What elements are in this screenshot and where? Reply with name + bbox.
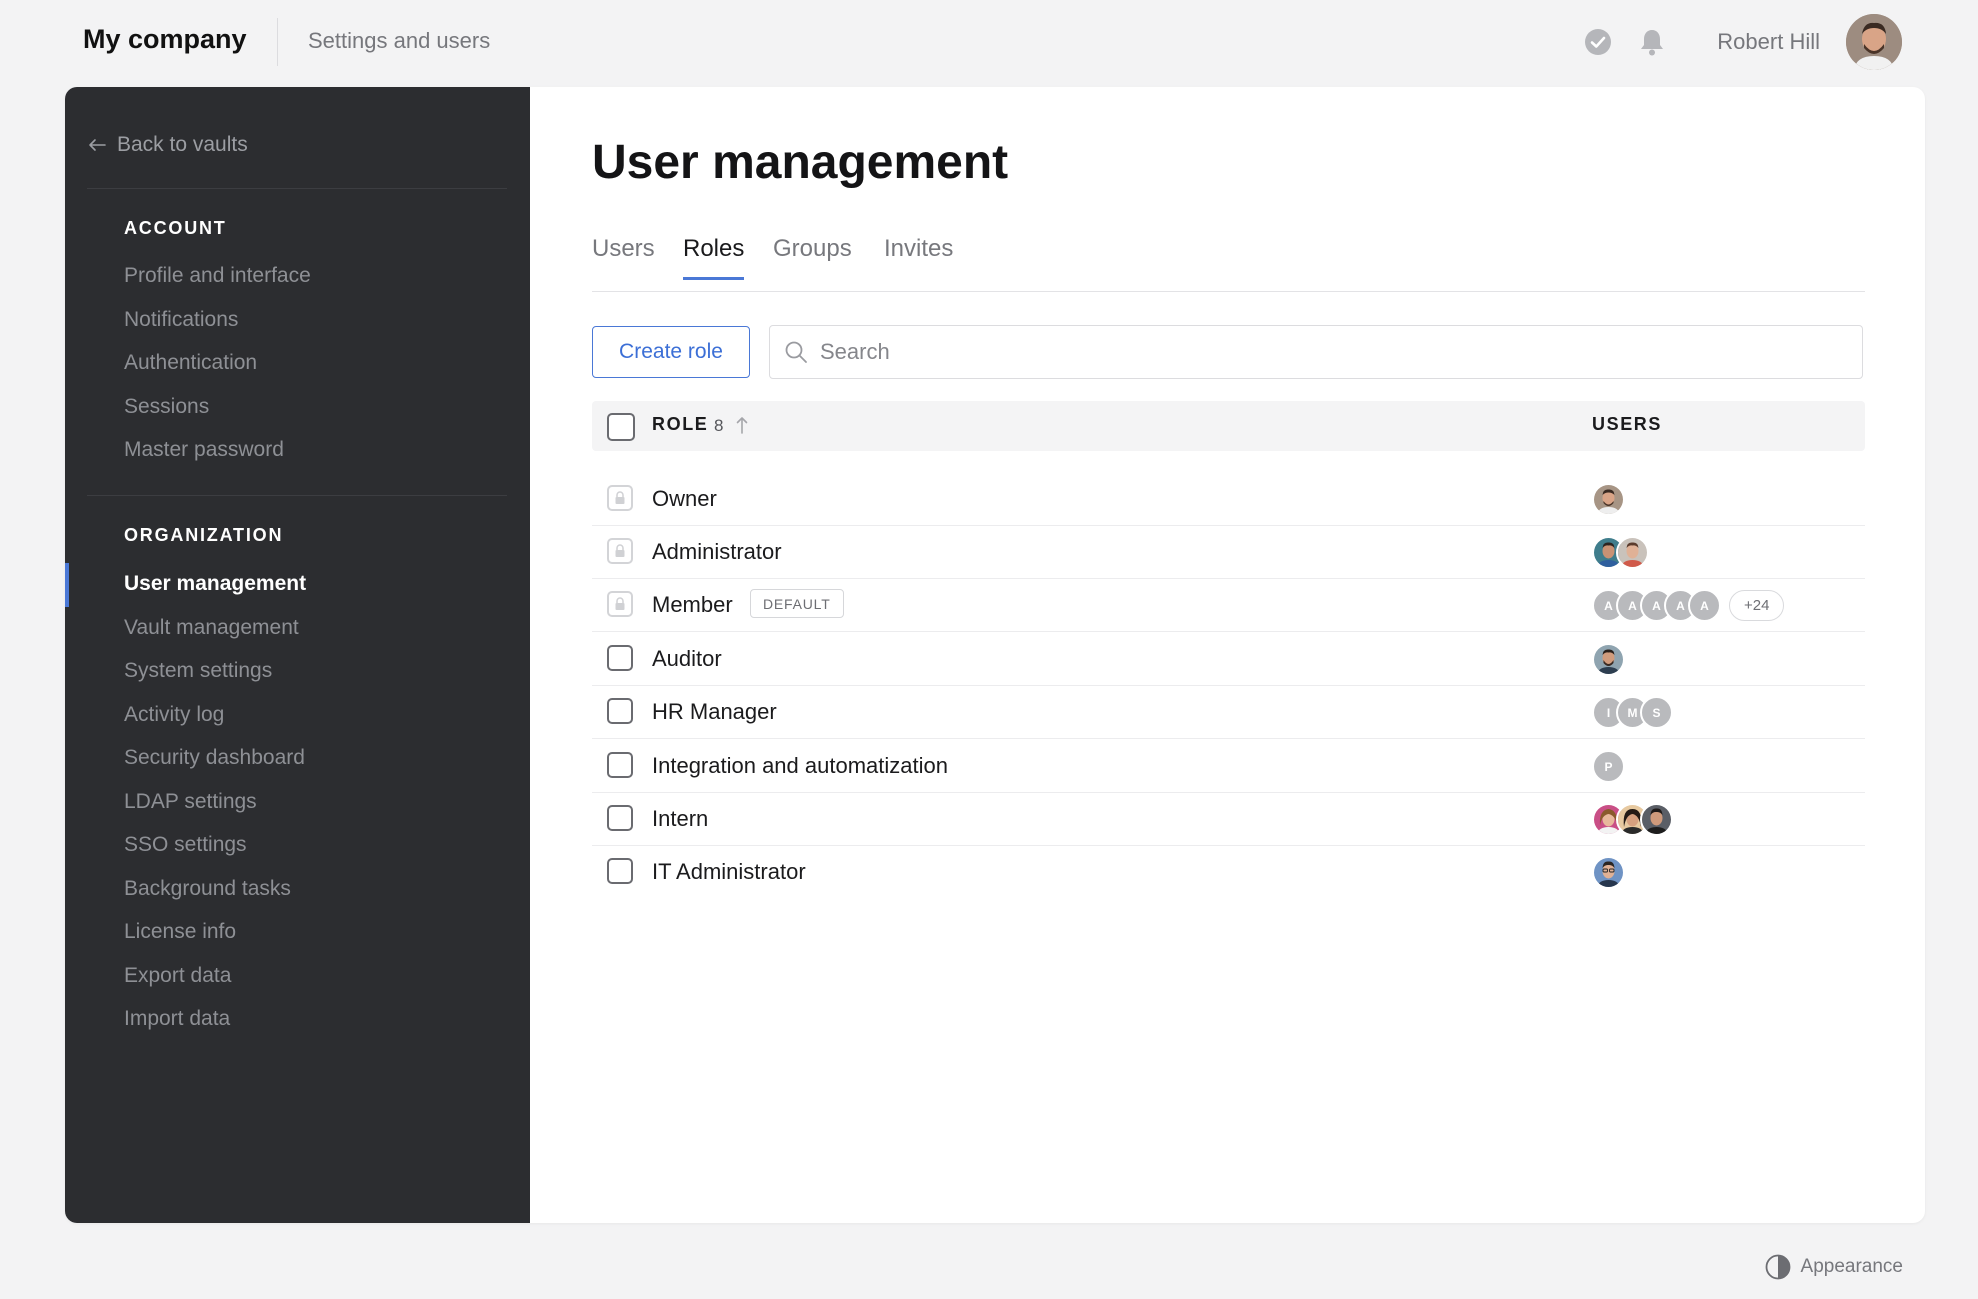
check-circle-icon[interactable] <box>1581 25 1615 59</box>
more-users-count[interactable]: +24 <box>1729 590 1785 621</box>
settings-panel: Back to vaults ACCOUNT Profile and inter… <box>65 87 1925 1223</box>
back-link-label: Back to vaults <box>117 133 248 156</box>
table-row[interactable]: Auditor <box>592 632 1865 686</box>
user-avatars[interactable] <box>1592 536 1649 569</box>
user-avatars[interactable]: A A A A A +24 <box>1592 589 1785 622</box>
sidebar-item-security-dashboard[interactable]: Security dashboard <box>124 746 305 770</box>
lock-icon <box>607 538 633 564</box>
table-row[interactable]: HR Manager I M S <box>592 685 1865 739</box>
sidebar: Back to vaults ACCOUNT Profile and inter… <box>65 87 530 1223</box>
company-name[interactable]: My company <box>83 24 247 55</box>
search-icon <box>784 340 808 364</box>
back-to-vaults-link[interactable]: Back to vaults <box>87 133 248 157</box>
sidebar-item-sso-settings[interactable]: SSO settings <box>124 833 247 857</box>
tab-invites[interactable]: Invites <box>884 235 953 277</box>
sidebar-item-master-password[interactable]: Master password <box>124 438 284 462</box>
role-name[interactable]: Administrator <box>652 539 782 565</box>
column-header-role[interactable]: ROLE <box>652 414 708 435</box>
appearance-label: Appearance <box>1800 1256 1903 1277</box>
contrast-icon <box>1765 1254 1790 1280</box>
sidebar-item-activity-log[interactable]: Activity log <box>124 703 224 727</box>
tab-roles[interactable]: Roles <box>683 235 745 280</box>
sidebar-item-system-settings[interactable]: System settings <box>124 659 272 683</box>
avatar[interactable] <box>1592 483 1625 516</box>
user-avatars[interactable] <box>1592 483 1625 516</box>
role-count: 8 <box>714 416 724 435</box>
role-name[interactable]: IT Administrator <box>652 859 806 885</box>
user-avatars[interactable]: I M S <box>1592 696 1673 729</box>
avatar[interactable] <box>1846 14 1902 70</box>
tab-groups[interactable]: Groups <box>773 235 852 277</box>
table-row[interactable]: Integration and automatization P <box>592 739 1865 793</box>
active-indicator <box>65 563 69 607</box>
create-role-button[interactable]: Create role <box>592 326 750 378</box>
tab-users[interactable]: Users <box>592 235 655 277</box>
table-row[interactable]: Intern <box>592 792 1865 846</box>
sidebar-item-import-data[interactable]: Import data <box>124 1007 230 1031</box>
avatar[interactable]: P <box>1592 750 1625 783</box>
column-header-users: USERS <box>1592 414 1663 434</box>
row-checkbox[interactable] <box>607 698 633 724</box>
breadcrumb: Settings and users <box>308 28 491 53</box>
header-divider <box>277 18 278 66</box>
sidebar-item-notifications[interactable]: Notifications <box>124 308 238 332</box>
page-title: User management <box>592 136 1009 189</box>
avatar[interactable] <box>1592 643 1625 676</box>
table-header: ROLE 8 USERS <box>592 401 1865 451</box>
row-checkbox[interactable] <box>607 805 633 831</box>
sidebar-item-authentication[interactable]: Authentication <box>124 351 257 375</box>
avatar[interactable] <box>1592 856 1625 889</box>
sidebar-item-sessions[interactable]: Sessions <box>124 395 209 419</box>
sidebar-item-user-management[interactable]: User management <box>124 572 306 596</box>
appearance-toggle[interactable]: Appearance <box>1765 1254 1903 1280</box>
role-name[interactable]: Intern <box>652 806 708 832</box>
role-name[interactable]: Owner <box>652 486 717 512</box>
row-checkbox[interactable] <box>607 858 633 884</box>
avatar[interactable] <box>1640 803 1673 836</box>
avatar[interactable]: A <box>1688 589 1721 622</box>
bell-icon[interactable] <box>1635 25 1669 59</box>
user-avatars[interactable] <box>1592 643 1625 676</box>
table-row[interactable]: Administrator <box>592 525 1865 579</box>
lock-icon <box>607 591 633 617</box>
user-name[interactable]: Robert Hill <box>1717 29 1820 55</box>
sidebar-item-license-info[interactable]: License info <box>124 920 236 944</box>
sidebar-divider <box>87 188 507 189</box>
table-row[interactable]: Member DEFAULT A A A A A +24 <box>592 578 1865 632</box>
sidebar-item-vault-management[interactable]: Vault management <box>124 616 299 640</box>
lock-icon <box>607 485 633 511</box>
select-all-checkbox[interactable] <box>607 413 635 441</box>
organization-section-title: ORGANIZATION <box>124 525 284 545</box>
sidebar-divider <box>87 495 507 496</box>
sidebar-item-export-data[interactable]: Export data <box>124 964 231 988</box>
search-box[interactable] <box>769 325 1863 379</box>
row-checkbox[interactable] <box>607 752 633 778</box>
role-name[interactable]: Member <box>652 592 733 618</box>
search-input[interactable] <box>818 338 1862 366</box>
tab-bar: Users Roles Groups Invites <box>592 235 1865 292</box>
row-checkbox[interactable] <box>607 645 633 671</box>
sidebar-item-profile[interactable]: Profile and interface <box>124 264 311 288</box>
header-actions: Robert Hill <box>1581 14 1902 70</box>
table-row[interactable]: IT Administrator <box>592 845 1865 898</box>
user-avatars[interactable] <box>1592 803 1673 836</box>
user-avatars[interactable]: P <box>1592 750 1625 783</box>
table-row[interactable]: Owner <box>592 472 1865 526</box>
role-name[interactable]: Auditor <box>652 646 722 672</box>
user-avatars[interactable] <box>1592 856 1625 889</box>
role-name[interactable]: Integration and automatization <box>652 753 948 779</box>
sidebar-item-background-tasks[interactable]: Background tasks <box>124 877 291 901</box>
sidebar-item-ldap-settings[interactable]: LDAP settings <box>124 790 257 814</box>
role-name[interactable]: HR Manager <box>652 699 777 725</box>
avatar[interactable] <box>1616 536 1649 569</box>
avatar[interactable]: S <box>1640 696 1673 729</box>
main-content: User management Users Roles Groups Invit… <box>530 87 1925 1223</box>
sort-ascending-icon[interactable] <box>735 415 749 435</box>
arrow-left-icon <box>89 139 106 151</box>
account-section-title: ACCOUNT <box>124 218 227 238</box>
default-badge: DEFAULT <box>750 589 844 618</box>
top-bar: My company Settings and users Robert Hil… <box>0 0 1978 86</box>
